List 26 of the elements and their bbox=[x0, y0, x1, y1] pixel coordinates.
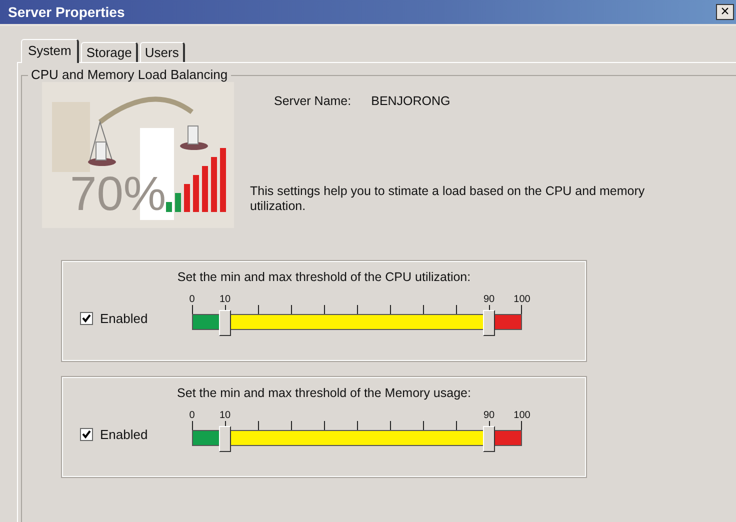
window-title: Server Properties bbox=[8, 4, 125, 20]
tab[interactable]: Storage bbox=[81, 42, 138, 62]
description-text: This settings help you to stimate a load based on the CPU and memory utilization. bbox=[250, 184, 646, 214]
tick-label: 100 bbox=[514, 294, 530, 305]
panel-caption: Set the min and max threshold of the CPU utilization: bbox=[177, 270, 471, 284]
slider-thumb[interactable] bbox=[219, 426, 231, 452]
tab[interactable]: System bbox=[21, 39, 80, 63]
slider-thumb[interactable] bbox=[219, 310, 231, 336]
group-title: CPU and Memory Load Balancing bbox=[28, 67, 231, 82]
tick-label: 10 bbox=[219, 410, 231, 421]
tick-label: 90 bbox=[483, 410, 495, 421]
tick-label: 10 bbox=[219, 294, 231, 305]
checkbox-icon[interactable] bbox=[80, 312, 93, 325]
close-button[interactable]: × bbox=[716, 4, 734, 20]
tick-label: 90 bbox=[483, 294, 495, 305]
percent-label: 70% bbox=[70, 170, 166, 220]
tick-label: 0 bbox=[189, 410, 195, 421]
server-name-value: BENJORONG bbox=[371, 94, 450, 108]
tab[interactable]: Users bbox=[140, 42, 185, 62]
tick-label: 100 bbox=[514, 410, 530, 421]
checkbox-icon[interactable] bbox=[80, 428, 93, 441]
slider-thumb[interactable] bbox=[483, 310, 495, 336]
tick-label: 0 bbox=[189, 294, 195, 305]
server-name-label: Server Name: bbox=[274, 94, 352, 108]
panel-caption: Set the min and max threshold of the Memory usage: bbox=[177, 386, 471, 400]
slider-thumb[interactable] bbox=[483, 426, 495, 452]
